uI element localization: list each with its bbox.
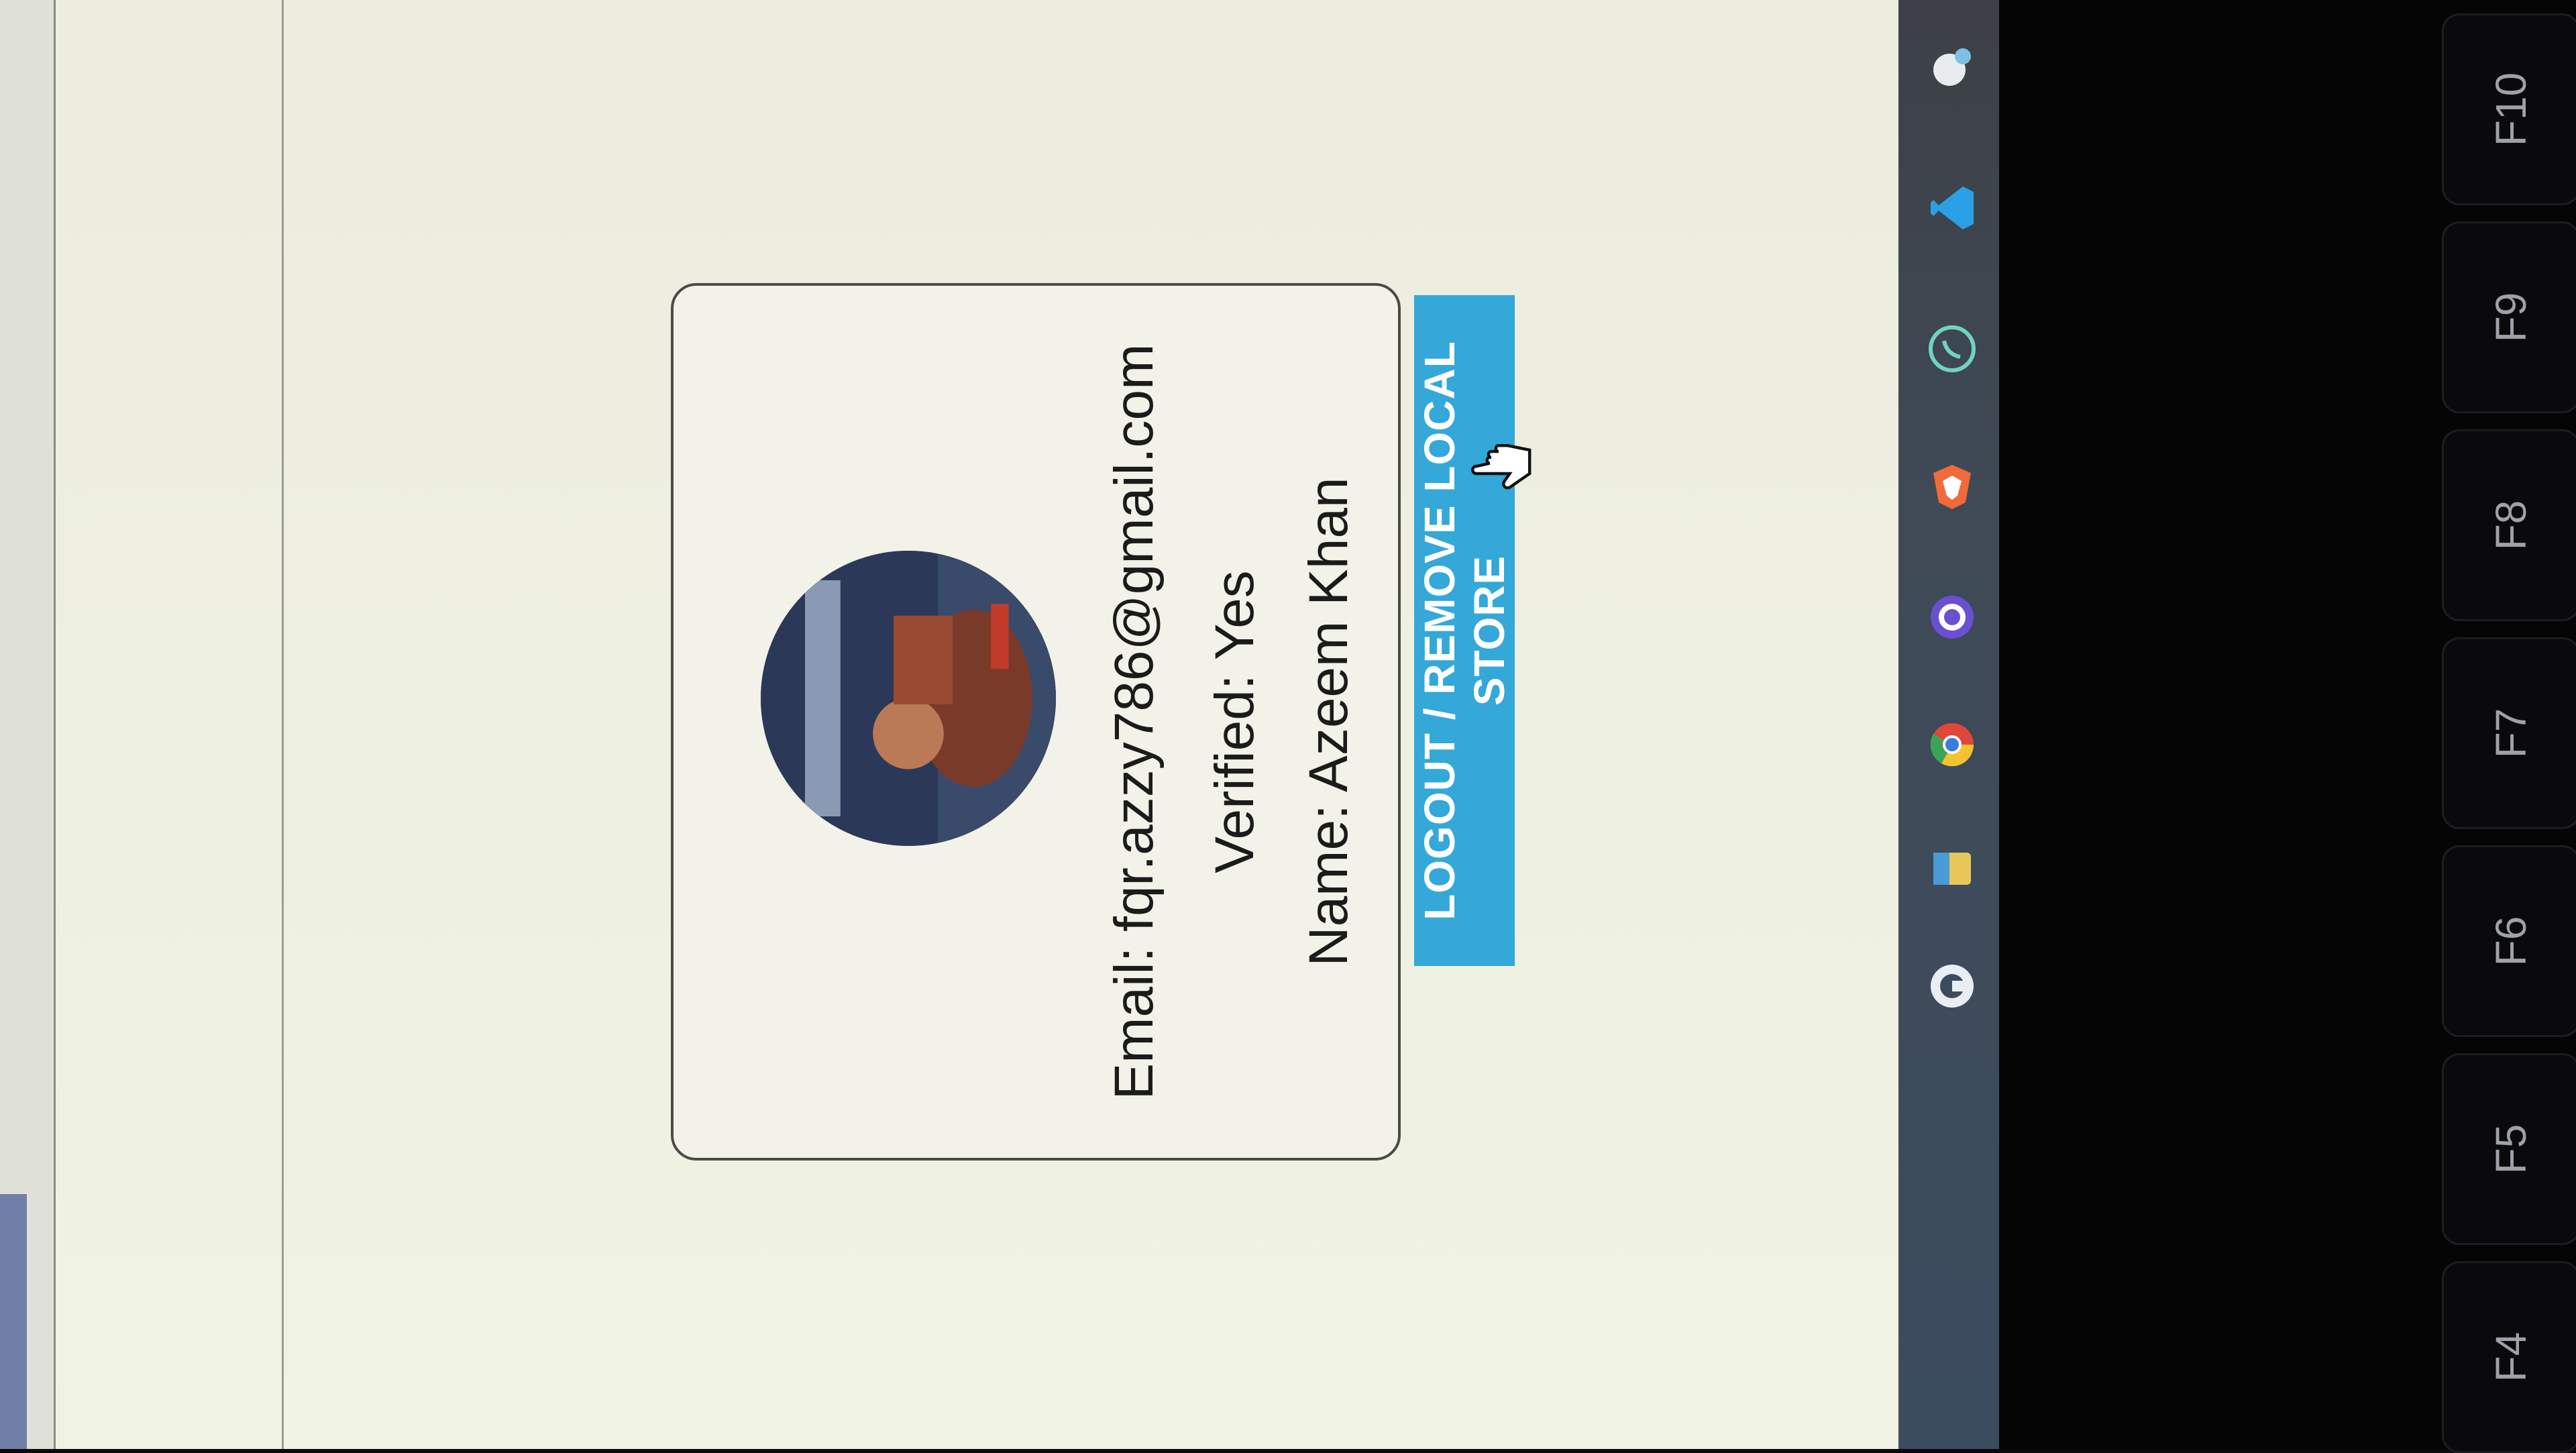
hand-cursor-icon (1471, 444, 1532, 490)
key-f7: F7 (2442, 637, 2576, 829)
key-f9: F9 (2442, 221, 2576, 413)
keyboard: F4 F5 F6 F7 F8 F9 F10 (1999, 0, 2576, 1453)
desktop-background (0, 1194, 27, 1449)
avatar (761, 551, 1056, 846)
file-explorer-icon[interactable] (1925, 842, 1979, 896)
email-text: Email: fqr.azzy786@gmail.com (1104, 343, 1165, 1100)
key-f5: F5 (2442, 1053, 2576, 1245)
verified-text: Verified: Yes (1204, 570, 1265, 873)
key-f6-label: F6 (2487, 916, 2535, 967)
page-divider (80, 0, 284, 1449)
chrome-icon[interactable] (1925, 718, 1979, 771)
logout-button[interactable]: LOGOUT / REMOVE LOCAL STORE (1414, 295, 1515, 966)
app-icon[interactable] (1925, 590, 1979, 644)
brave-icon[interactable] (1925, 460, 1979, 513)
notification-icon[interactable] (1925, 40, 1979, 94)
key-f7-label: F7 (2487, 708, 2535, 759)
key-f5-label: F5 (2487, 1124, 2535, 1175)
key-f8-label: F8 (2487, 500, 2535, 551)
key-f8: F8 (2442, 429, 2576, 621)
whatsapp-icon[interactable] (1925, 322, 1979, 376)
taskbar (1898, 0, 1999, 1449)
vscode-icon[interactable] (1925, 181, 1979, 235)
profile-card: Email: fqr.azzy786@gmail.com Verified: Y… (671, 283, 1401, 1161)
key-f4: F4 (2442, 1261, 2576, 1453)
name-text: Name: Azeem Khan (1298, 477, 1359, 967)
key-f4-label: F4 (2487, 1332, 2535, 1383)
profile-region: Email: fqr.azzy786@gmail.com Verified: Y… (671, 262, 1515, 1161)
key-f6: F6 (2442, 845, 2576, 1037)
copilot-icon[interactable] (1925, 959, 1979, 1013)
key-f10: F10 (2442, 13, 2576, 205)
key-f10-label: F10 (2487, 72, 2535, 147)
key-f9-label: F9 (2487, 292, 2535, 343)
monitor-screen: Email: fqr.azzy786@gmail.com Verified: Y… (0, 0, 1905, 1449)
